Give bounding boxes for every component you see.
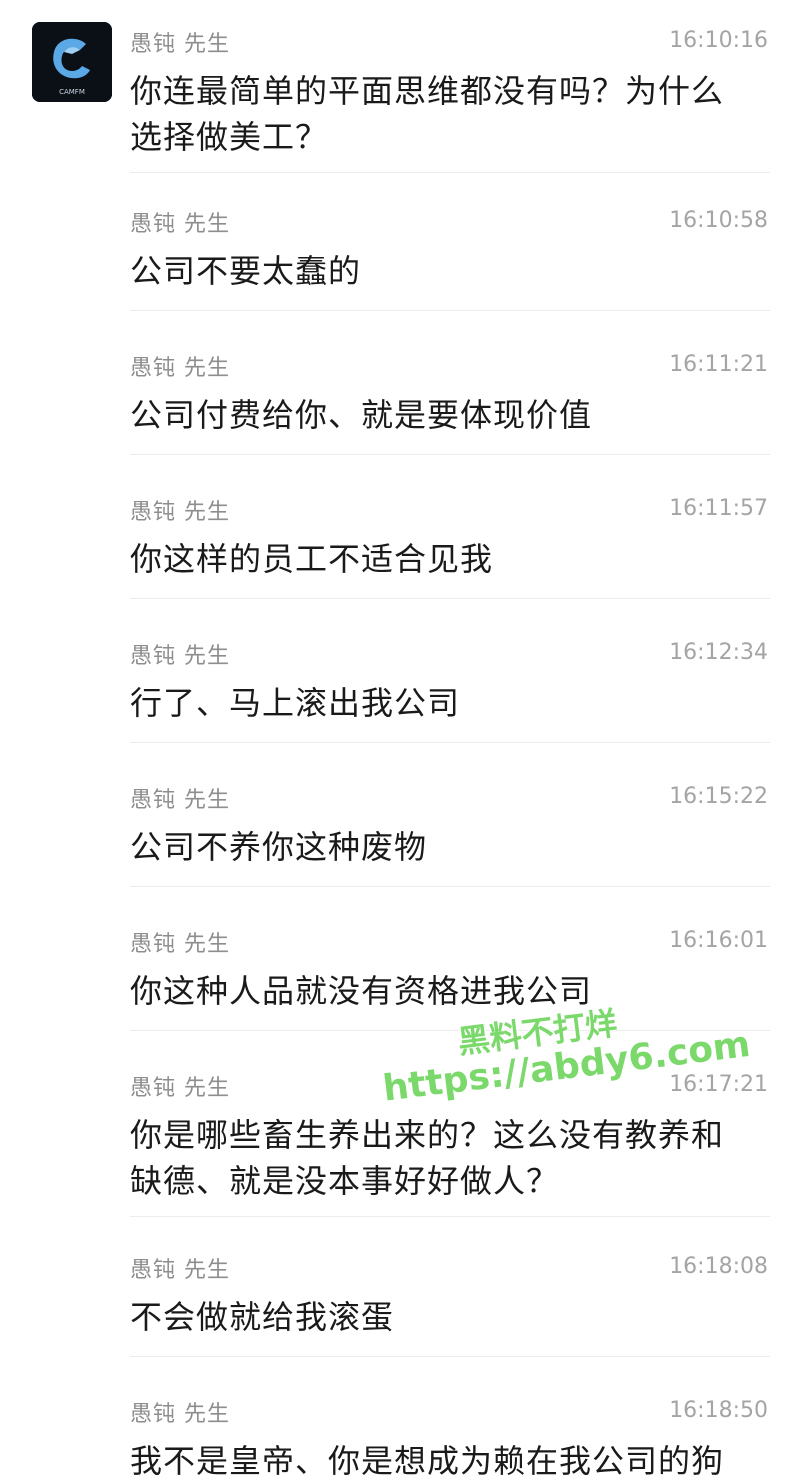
sender-name: 愚钝 先生 <box>130 1402 230 1427</box>
sender-name: 愚钝 先生 <box>130 356 230 381</box>
sender-name: 愚钝 先生 <box>130 500 230 525</box>
avatar[interactable]: CAMFM <box>32 22 112 102</box>
message-text: 你这样的员工不适合见我 <box>130 540 494 578</box>
message-text: 你是哪些畜生养出来的？这么没有教养和缺德、就是没本事好好做人？ <box>130 1116 725 1200</box>
divider <box>130 1356 770 1357</box>
divider <box>130 886 770 887</box>
message-time: 16:16:01 <box>669 928 768 953</box>
message-time: 16:18:50 <box>669 1398 768 1423</box>
sender-name: 愚钝 先生 <box>130 932 230 957</box>
camfm-logo-icon: CAMFM <box>32 22 112 102</box>
sender-name: 愚钝 先生 <box>130 32 230 57</box>
message-time: 16:17:21 <box>669 1072 768 1097</box>
message-text: 行了、马上滚出我公司 <box>130 684 461 722</box>
sender-name: 愚钝 先生 <box>130 1076 230 1101</box>
divider <box>130 454 770 455</box>
sender-name: 愚钝 先生 <box>130 212 230 237</box>
divider <box>130 172 770 173</box>
sender-name: 愚钝 先生 <box>130 644 230 669</box>
message-text: 公司付费给你、就是要体现价值 <box>130 396 593 434</box>
divider <box>130 598 770 599</box>
message-time: 16:11:21 <box>669 352 768 377</box>
message-text: 我不是皇帝、你是想成为赖在我公司的狗 <box>130 1442 725 1480</box>
message-time: 16:10:58 <box>669 208 768 233</box>
message-time: 16:18:08 <box>669 1254 768 1279</box>
message-time: 16:10:16 <box>669 28 768 53</box>
divider <box>130 1216 770 1217</box>
message-text: 你这种人品就没有资格进我公司 <box>130 972 593 1010</box>
message-time: 16:12:34 <box>669 640 768 665</box>
message-text: 公司不要太蠢的 <box>130 252 362 290</box>
divider <box>130 1030 770 1031</box>
message-text: 不会做就给我滚蛋 <box>130 1298 395 1336</box>
divider <box>130 742 770 743</box>
sender-name: 愚钝 先生 <box>130 1258 230 1283</box>
message-time: 16:11:57 <box>669 496 768 521</box>
avatar-logo-text: CAMFM <box>59 88 85 96</box>
divider <box>130 310 770 311</box>
sender-name: 愚钝 先生 <box>130 788 230 813</box>
message-text: 公司不养你这种废物 <box>130 828 428 866</box>
message-text: 你连最简单的平面思维都没有吗？为什么选择做美工？ <box>130 72 725 156</box>
message-time: 16:15:22 <box>669 784 768 809</box>
